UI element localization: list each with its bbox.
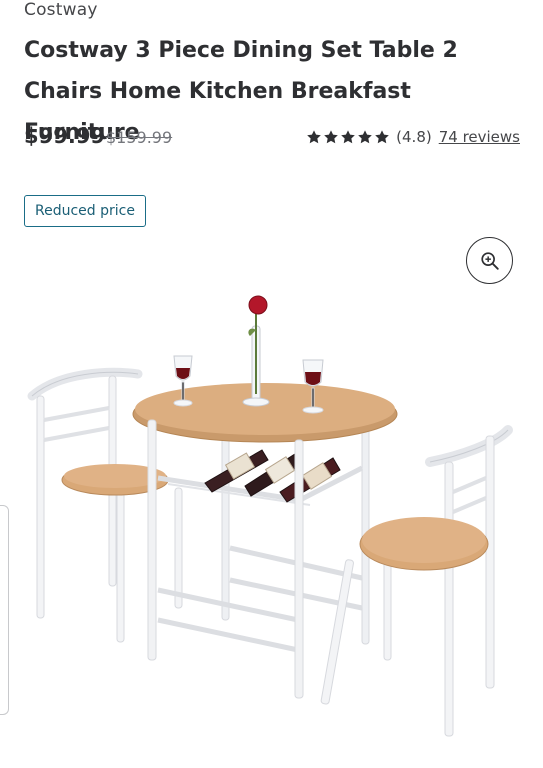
price-row: $99.99 $159.99 (4.8) 74 reviews (24, 124, 520, 156)
reviews-link[interactable]: 74 reviews (439, 128, 520, 146)
star-icon (307, 130, 321, 144)
product-image[interactable] (0, 280, 543, 768)
star-icon (358, 130, 372, 144)
star-icon (341, 130, 355, 144)
reduced-price-badge: Reduced price (24, 195, 146, 227)
zoom-button[interactable] (466, 237, 513, 284)
zoom-in-icon (480, 251, 499, 270)
rating-summary[interactable]: (4.8) 74 reviews (306, 128, 520, 146)
rating-value: (4.8) (396, 128, 432, 146)
side-drawer-handle[interactable] (0, 505, 9, 715)
was-price: $159.99 (106, 128, 173, 147)
current-price: $99.99 (24, 124, 106, 148)
star-icon (324, 130, 338, 144)
star-icon (375, 130, 389, 144)
rating-stars (306, 129, 390, 145)
brand-name[interactable]: Costway (24, 0, 98, 20)
